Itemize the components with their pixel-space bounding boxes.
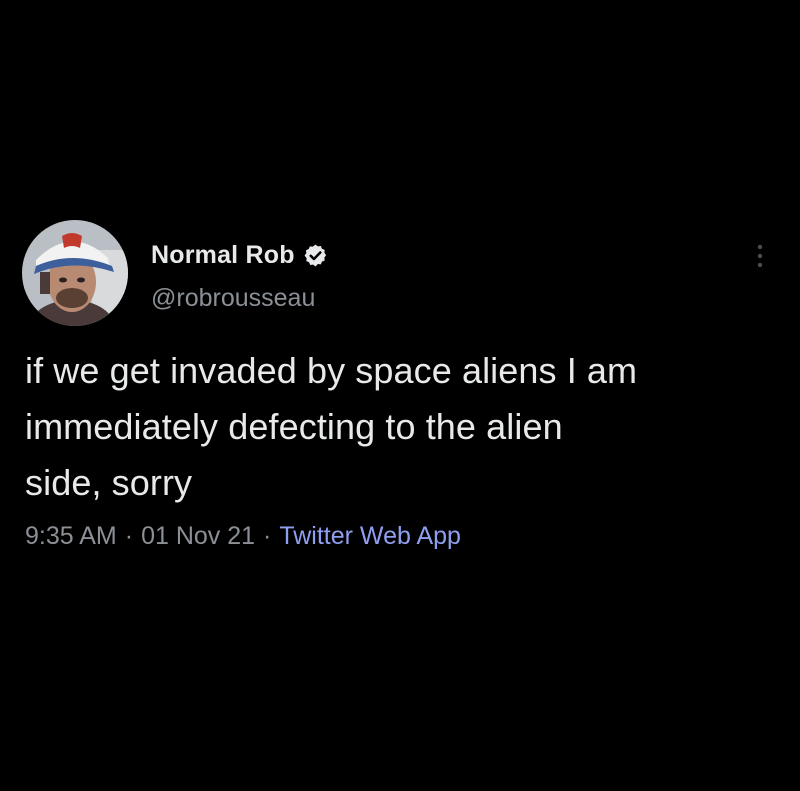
author-name-row: Normal Rob <box>151 238 328 272</box>
author-display-name[interactable]: Normal Rob <box>151 241 295 270</box>
more-options-icon <box>757 244 763 268</box>
avatar-image <box>22 220 128 326</box>
tweet-date[interactable]: 01 Nov 21 <box>141 522 255 551</box>
tweet-text-line: immediately defecting to the alien <box>25 406 563 447</box>
tweet-time[interactable]: 9:35 AM <box>25 522 117 551</box>
more-options-button[interactable] <box>748 241 772 271</box>
tweet-text-line: side, sorry <box>25 462 193 503</box>
tweet-meta: 9:35 AM · 01 Nov 21 · Twitter Web App <box>25 522 461 551</box>
avatar[interactable] <box>22 220 128 326</box>
meta-separator: · <box>263 522 272 550</box>
tweet-card: Normal Rob @robrousseau if we get invade… <box>0 0 800 791</box>
verified-badge-icon <box>303 243 328 268</box>
tweet-text-line: if we get invaded by space aliens I am <box>25 350 638 391</box>
page: Normal Rob @robrousseau if we get invade… <box>0 0 800 791</box>
meta-separator: · <box>124 522 134 550</box>
author-handle[interactable]: @robrousseau <box>151 284 315 313</box>
tweet-source-link[interactable]: Twitter Web App <box>279 522 461 551</box>
tweet-text: if we get invaded by space aliens I am i… <box>25 343 785 511</box>
